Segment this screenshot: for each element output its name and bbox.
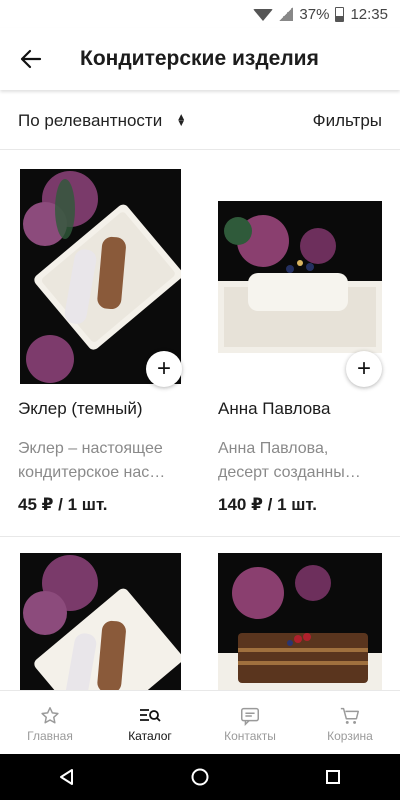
product-name: Эклер (темный) <box>18 399 143 418</box>
product-card[interactable] <box>0 537 181 697</box>
nav-label: Контакты <box>224 728 276 743</box>
star-icon <box>39 703 61 729</box>
page-title: Кондитерские изделия <box>80 47 319 70</box>
nav-label: Каталог <box>128 728 172 743</box>
pavlova-photo <box>218 201 382 353</box>
system-recents-button[interactable] <box>313 757 353 797</box>
product-price: 45 ₽ / 1 шт. <box>18 495 108 514</box>
chocolate-cake-photo <box>218 553 382 690</box>
add-to-cart-button[interactable]: + <box>146 351 182 387</box>
system-home-button[interactable] <box>180 757 220 797</box>
nav-item-catalog[interactable]: Каталог <box>100 703 200 743</box>
filter-button[interactable]: Фильтры <box>313 111 382 131</box>
add-to-cart-button[interactable]: + <box>346 351 382 387</box>
plus-icon: + <box>156 355 171 382</box>
cart-icon <box>338 703 362 729</box>
battery-percent: 37% <box>299 5 330 23</box>
status-bar: 37% 12:35 <box>0 0 400 28</box>
back-button[interactable] <box>0 28 62 90</box>
product-image[interactable] <box>218 553 382 690</box>
product-image[interactable] <box>218 201 382 353</box>
chat-icon <box>239 703 261 729</box>
wifi-icon <box>253 9 274 21</box>
product-card[interactable]: + Анна Павлова Анна Павлова, десерт созд… <box>200 151 400 536</box>
system-navigation-bar <box>0 754 400 800</box>
signal-icon <box>279 7 294 21</box>
eclair-photo <box>20 553 181 690</box>
triangle-back-icon <box>59 769 73 785</box>
nav-label: Главная <box>27 728 73 743</box>
product-card[interactable] <box>200 537 400 697</box>
plus-icon: + <box>356 355 371 382</box>
product-description: Эклер – настоящее кондитерское нас… <box>18 440 166 481</box>
product-price: 140 ₽ / 1 шт. <box>218 495 317 514</box>
arrow-left-icon <box>20 49 42 69</box>
bottom-navigation: Главная Каталог Контакты Корзина <box>0 690 400 754</box>
product-name: Анна Павлова <box>218 399 331 418</box>
clock: 12:35 <box>350 5 388 23</box>
product-image[interactable] <box>20 553 181 690</box>
battery-icon <box>335 6 345 22</box>
catalog-search-icon <box>138 703 162 729</box>
product-card[interactable]: + Эклер (темный) Эклер – настоящее конди… <box>0 151 182 536</box>
system-back-button[interactable] <box>47 757 87 797</box>
nav-item-contacts[interactable]: Контакты <box>200 703 300 743</box>
product-description: Анна Павлова, десерт созданны… <box>218 440 361 481</box>
nav-item-cart[interactable]: Корзина <box>300 703 400 743</box>
sort-filter-bar: По релевантности ▲ ▼ Фильтры <box>0 92 400 150</box>
sort-arrows-icon: ▲ ▼ <box>176 111 187 129</box>
square-recents-icon <box>326 770 341 784</box>
app-bar: Кондитерские изделия <box>0 28 400 90</box>
sort-button[interactable]: По релевантности ▲ ▼ <box>18 111 186 131</box>
circle-home-icon <box>191 768 209 786</box>
sort-label: По релевантности <box>18 110 163 130</box>
nav-label: Корзина <box>327 728 373 743</box>
nav-item-home[interactable]: Главная <box>0 703 100 743</box>
